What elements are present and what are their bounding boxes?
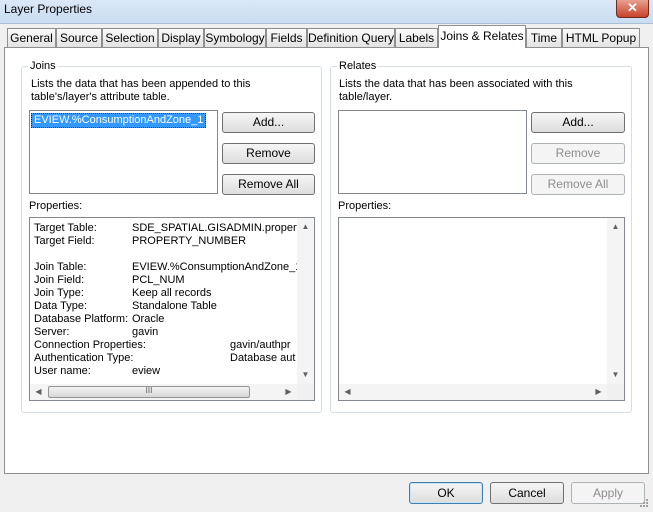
joins-properties-content: Target Table: SDE_SPATIAL.GISADMIN.prope… (30, 218, 297, 384)
prop-value: gavin/authpr (230, 339, 291, 351)
scroll-left-icon[interactable]: ◀ (339, 387, 356, 396)
resize-grip-icon[interactable] (637, 498, 649, 510)
joins-group-title: Joins (28, 60, 58, 72)
relates-remove-button[interactable]: Remove (531, 143, 625, 164)
prop-key: Join Type: (34, 287, 84, 299)
close-icon: ✕ (627, 0, 638, 15)
prop-value: EVIEW.%ConsumptionAndZone_1 (132, 261, 297, 273)
joins-remove-all-button[interactable]: Remove All (222, 174, 315, 195)
tab-labels[interactable]: Labels (395, 28, 438, 47)
relates-properties-label: Properties: (338, 200, 392, 212)
joins-properties-vscrollbar[interactable]: ▲ ▼ (297, 218, 314, 384)
prop-key: Connection Properties: (34, 339, 146, 351)
scroll-thumb[interactable]: III (48, 386, 250, 398)
prop-key: Data Type: (34, 300, 87, 312)
tab-symbology[interactable]: Symbology (204, 28, 266, 47)
prop-key: Join Field: (34, 274, 85, 286)
scroll-corner (607, 384, 624, 400)
relates-remove-all-button[interactable]: Remove All (531, 174, 625, 195)
prop-value: Standalone Table (132, 300, 217, 312)
joins-remove-button[interactable]: Remove (222, 143, 315, 164)
scroll-corner (297, 384, 314, 400)
tab-html-popup[interactable]: HTML Popup (562, 28, 640, 47)
relates-list[interactable] (338, 110, 527, 194)
joins-properties-hscrollbar[interactable]: ◀ III ▶ (30, 384, 297, 400)
prop-value: Database aut (230, 352, 296, 364)
tab-time[interactable]: Time (526, 28, 562, 47)
joins-description-line2: table's/layer's attribute table. (31, 91, 170, 103)
tab-joins-relates[interactable]: Joins & Relates (438, 25, 526, 48)
joins-list[interactable]: EVIEW.%ConsumptionAndZone_1 (29, 110, 218, 194)
tab-general[interactable]: General (7, 28, 56, 47)
relates-add-button[interactable]: Add... (531, 112, 625, 133)
tab-fields[interactable]: Fields (266, 28, 307, 47)
list-item[interactable]: EVIEW.%ConsumptionAndZone_1 (31, 113, 207, 128)
prop-key: Authentication Type: (34, 352, 134, 364)
prop-value: SDE_SPATIAL.GISADMIN.propert (132, 222, 297, 234)
relates-group-title: Relates (337, 60, 379, 72)
ok-button[interactable]: OK (409, 482, 483, 504)
apply-button[interactable]: Apply (571, 482, 645, 504)
relates-properties-box[interactable]: ▲ ▼ ◀ ▶ (338, 217, 625, 401)
joins-properties-box[interactable]: Target Table: SDE_SPATIAL.GISADMIN.prope… (29, 217, 315, 401)
relates-properties-vscrollbar[interactable]: ▲ ▼ (607, 218, 624, 384)
title-bar (0, 0, 653, 24)
scroll-right-icon[interactable]: ▶ (280, 387, 297, 396)
scroll-up-icon[interactable]: ▲ (607, 222, 624, 231)
joins-description-line1: Lists the data that has been appended to… (31, 78, 251, 90)
tab-source[interactable]: Source (56, 28, 102, 47)
scroll-down-icon[interactable]: ▼ (607, 370, 624, 379)
tab-selection[interactable]: Selection (102, 28, 158, 47)
relates-description-line1: Lists the data that has been associated … (339, 78, 573, 90)
prop-value: PCL_NUM (132, 274, 185, 286)
joins-add-button[interactable]: Add... (222, 112, 315, 133)
prop-value: Oracle (132, 313, 165, 325)
relates-description-line2: table/layer. (339, 91, 393, 103)
scroll-down-icon[interactable]: ▼ (297, 370, 314, 379)
prop-key: Target Table: (34, 222, 97, 234)
close-button[interactable]: ✕ (616, 0, 649, 18)
prop-key: User name: (34, 365, 91, 377)
prop-value: eview (132, 365, 161, 377)
prop-key: Server: (34, 326, 70, 338)
prop-value: PROPERTY_NUMBER (132, 235, 247, 247)
window-title: Layer Properties (4, 2, 93, 16)
prop-key: Join Table: (34, 261, 87, 273)
prop-key: Target Field: (34, 235, 95, 247)
relates-properties-hscrollbar[interactable]: ◀ ▶ (339, 384, 607, 400)
tab-display[interactable]: Display (158, 28, 204, 47)
prop-value: gavin (132, 326, 159, 338)
prop-value: Keep all records (132, 287, 212, 299)
scroll-left-icon[interactable]: ◀ (30, 387, 47, 396)
scroll-up-icon[interactable]: ▲ (297, 222, 314, 231)
scroll-right-icon[interactable]: ▶ (590, 387, 607, 396)
tab-definition-query[interactable]: Definition Query (307, 28, 395, 47)
prop-key: Database Platform: (34, 313, 129, 325)
joins-properties-label: Properties: (29, 200, 83, 212)
cancel-button[interactable]: Cancel (490, 482, 564, 504)
